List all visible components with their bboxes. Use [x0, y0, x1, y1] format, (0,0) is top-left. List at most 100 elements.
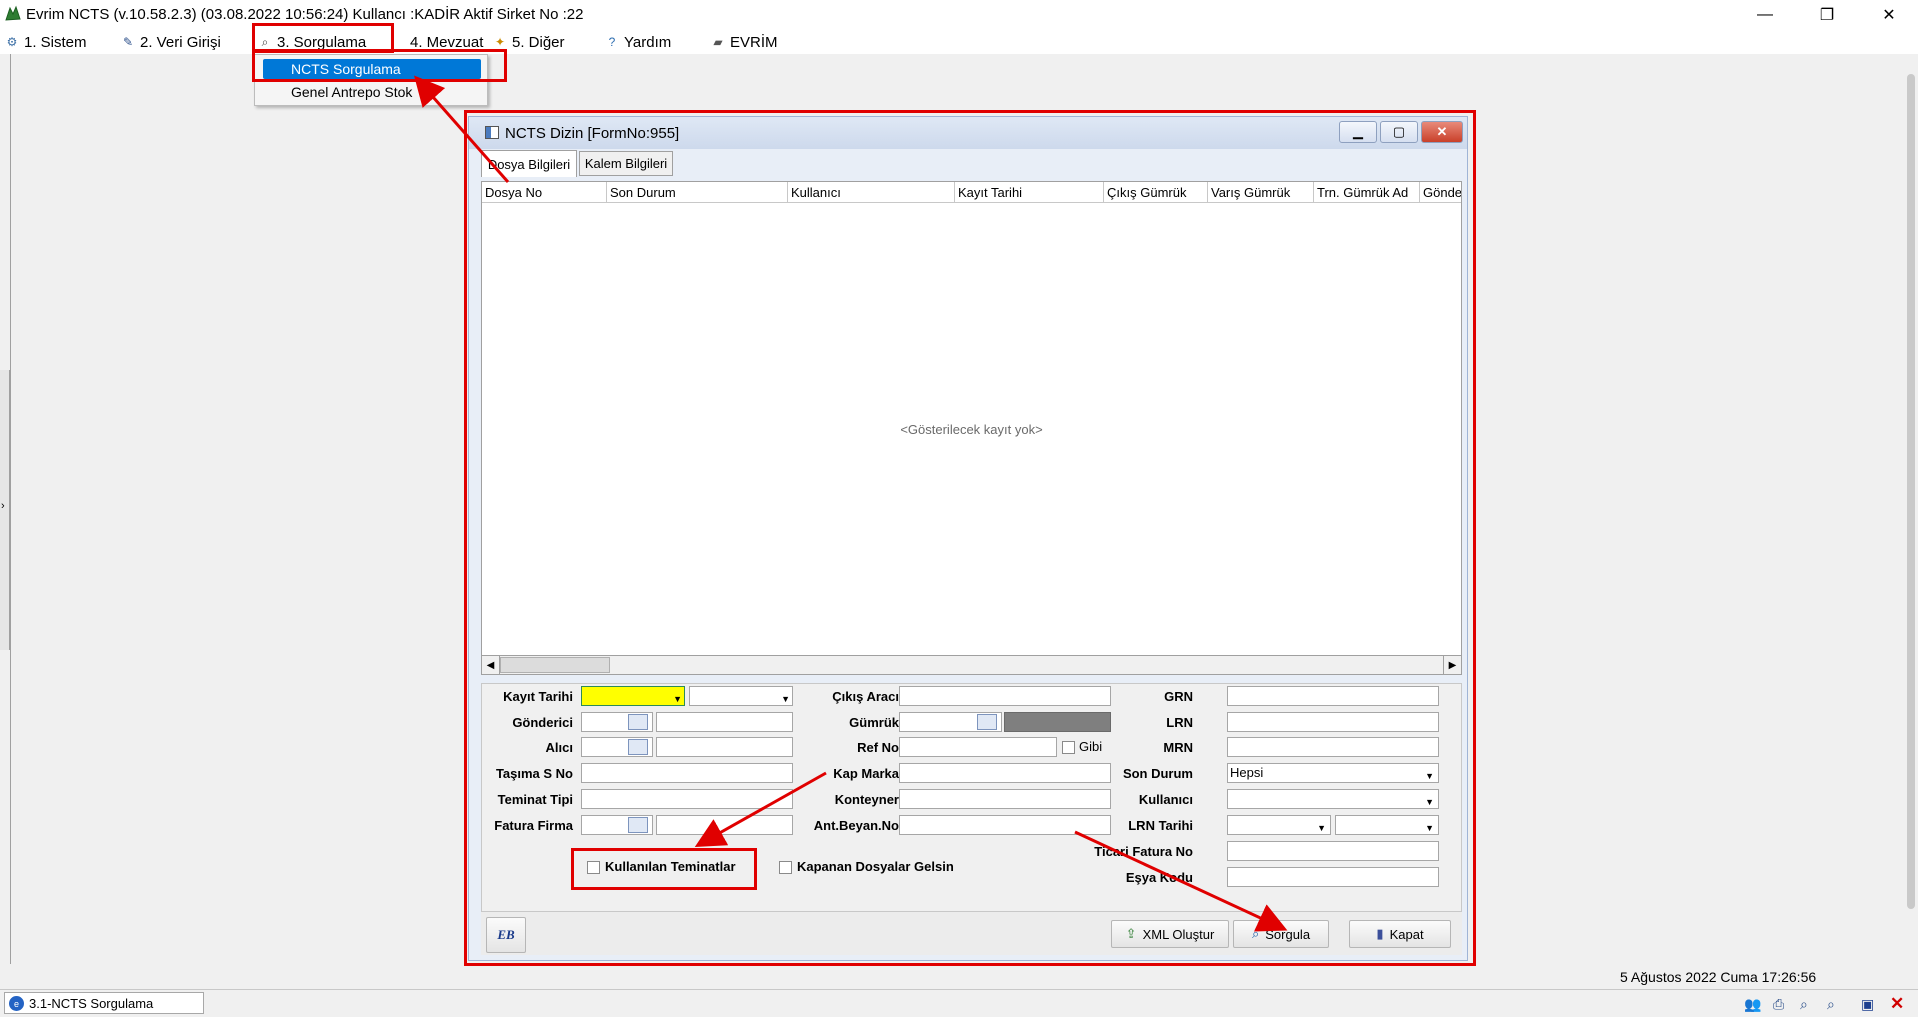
menu-item-genel-antrepo-stok[interactable]: Genel Antrepo Stok — [263, 82, 481, 102]
users-icon[interactable]: 👥 — [1744, 996, 1761, 1013]
esya-kodu-input[interactable] — [1227, 867, 1439, 887]
xml-icon: ⇪ — [1125, 926, 1137, 941]
sorgula-button[interactable]: ⌕ Sorgula — [1233, 920, 1329, 948]
xml-olustur-button[interactable]: ⇪ XML Oluştur — [1111, 920, 1229, 948]
label-fatura-firma: Fatura Firma — [494, 818, 573, 833]
kullanilan-teminatlar-label: Kullanılan Teminatlar — [605, 859, 736, 874]
print-icon[interactable]: ⎙ — [1773, 996, 1784, 1013]
ie-icon: e — [9, 996, 24, 1011]
grn-input[interactable] — [1227, 686, 1439, 706]
ticari-fatura-no-input[interactable] — [1227, 841, 1439, 861]
menu-label: 4. Mevzuat — [410, 33, 484, 51]
fatura-firma-code-input[interactable] — [581, 815, 653, 835]
kayit-tarihi-start-select[interactable]: ▼ — [581, 686, 685, 706]
lrn-tarihi-start-select[interactable]: ▼ — [1227, 815, 1331, 835]
ant-beyan-no-input[interactable] — [899, 815, 1111, 835]
scroll-left-icon[interactable]: ◀ — [482, 656, 500, 674]
alici-name-input[interactable] — [656, 737, 793, 757]
label-lrn: LRN — [1166, 715, 1193, 730]
book-icon: ▰ — [713, 35, 723, 49]
empty-grid-message: <Gösterilecek kayıt yok> — [900, 422, 1043, 437]
label-ant-beyan-no: Ant.Beyan.No — [813, 818, 899, 833]
workspace-scrollbar[interactable] — [1904, 54, 1918, 964]
results-grid[interactable]: Dosya No Son Durum Kullanıcı Kayıt Tarih… — [481, 181, 1462, 675]
mrn-input[interactable] — [1227, 737, 1439, 757]
fatura-firma-name-input[interactable] — [656, 815, 793, 835]
grid-horizontal-scrollbar[interactable]: ◀ ▶ — [481, 655, 1462, 675]
close-button[interactable]: ✕ — [1866, 0, 1912, 29]
tab-dosya-bilgileri[interactable]: Dosya Bilgileri — [481, 150, 577, 177]
zoom-in-icon[interactable]: ⌕ — [1800, 996, 1808, 1013]
menu-diger[interactable]: ✦ 5. Diğer — [492, 31, 565, 53]
form-minimize-button[interactable]: ▁ — [1339, 121, 1377, 143]
kap-marka-input[interactable] — [899, 763, 1111, 783]
label-kap-marka: Kap Marka — [833, 766, 899, 781]
gonderici-name-input[interactable] — [656, 712, 793, 732]
lookup-icon — [977, 714, 997, 730]
title-bar: Evrim NCTS (v.10.58.2.3) (03.08.2022 10:… — [0, 0, 1918, 29]
ref-no-input[interactable] — [899, 737, 1057, 757]
kullanici-select[interactable]: ▼ — [1227, 789, 1439, 809]
help-icon: ? — [608, 35, 616, 49]
exit-icon[interactable]: ✕ — [1890, 994, 1904, 1014]
menu-evrim[interactable]: ▰ EVRİM — [710, 31, 778, 53]
label-ref-no: Ref No — [857, 740, 899, 755]
save-icon[interactable]: ▣ — [1861, 996, 1874, 1013]
menu-label: 1. Sistem — [24, 33, 87, 51]
scrollbar-thumb[interactable] — [1907, 74, 1915, 909]
gibi-checkbox[interactable] — [1062, 741, 1075, 754]
label-tasima-s-no: Taşıma S No — [495, 766, 573, 781]
menu-item-ncts-sorgulama[interactable]: NCTS Sorgulama — [263, 59, 481, 79]
button-label: Sorgula — [1265, 926, 1311, 942]
app-title: Evrim NCTS (v.10.58.2.3) (03.08.2022 10:… — [26, 6, 584, 23]
eb-logo-button[interactable]: EB — [486, 917, 526, 953]
son-durum-select[interactable]: Hepsi ▼ — [1227, 763, 1439, 783]
lrn-input[interactable] — [1227, 712, 1439, 732]
kullanilan-teminatlar-checkbox[interactable] — [587, 861, 600, 874]
menu-yardim[interactable]: ? Yardım — [604, 31, 672, 53]
menu-label: EVRİM — [730, 33, 778, 51]
kapat-button[interactable]: ▮ Kapat — [1349, 920, 1451, 948]
menu-sistem[interactable]: ⚙ 1. Sistem — [4, 31, 87, 53]
label-cikis-araci: Çıkış Aracı — [832, 689, 899, 704]
label-kayit-tarihi: Kayıt Tarihi — [503, 689, 573, 704]
form-maximize-button[interactable]: ▢ — [1380, 121, 1418, 143]
taskbar-ncts-sorgulama[interactable]: e 3.1-NCTS Sorgulama — [4, 992, 204, 1014]
konteyner-input[interactable] — [899, 789, 1111, 809]
gumruk-code-input[interactable] — [899, 712, 1002, 732]
column-header[interactable]: Dosya No — [482, 182, 607, 203]
column-header[interactable]: Trn. Gümrük Ad — [1314, 182, 1420, 203]
son-durum-value: Hepsi — [1230, 765, 1264, 780]
zoom-out-icon[interactable]: ⌕ — [1827, 996, 1835, 1013]
status-bar: 5 Ağustos 2022 Cuma 17:26:56 e 3.1-NCTS … — [0, 964, 1918, 1017]
menu-label: 3. Sorgulama — [277, 33, 367, 51]
alici-code-input[interactable] — [581, 737, 653, 757]
menu-sorgulama[interactable]: ⌕ 3. Sorgulama — [257, 31, 367, 53]
label-esya-kodu: Eşya Kodu — [1125, 870, 1193, 885]
kayit-tarihi-end-select[interactable]: ▼ — [689, 686, 793, 706]
minimize-button[interactable]: — — [1742, 0, 1788, 29]
column-header[interactable]: Son Durum — [607, 182, 788, 203]
tasima-s-no-input[interactable] — [581, 763, 793, 783]
teminat-tipi-select[interactable] — [581, 789, 793, 809]
column-header[interactable]: Çıkış Gümrük — [1104, 182, 1208, 203]
query-icon: ⌕ — [261, 34, 269, 49]
column-header[interactable]: Kullanıcı — [788, 182, 955, 203]
column-header[interactable]: Kayıt Tarihi — [955, 182, 1104, 203]
chevron-right-icon[interactable]: › — [1, 500, 5, 512]
scroll-right-icon[interactable]: ▶ — [1443, 656, 1461, 674]
column-header[interactable]: Gönde — [1420, 182, 1461, 203]
form-close-button[interactable]: ✕ — [1421, 121, 1463, 143]
column-header[interactable]: Varış Gümrük — [1208, 182, 1314, 203]
cikis-araci-input[interactable] — [899, 686, 1111, 706]
kapanan-dosyalar-checkbox[interactable] — [779, 861, 792, 874]
menu-veri-girisi[interactable]: ✎ 2. Veri Girişi — [120, 31, 221, 53]
restore-button[interactable]: ❐ — [1804, 0, 1850, 29]
gonderici-code-input[interactable] — [581, 712, 653, 732]
tab-kalem-bilgileri[interactable]: Kalem Bilgileri — [579, 151, 673, 176]
label-gumruk: Gümrük — [849, 715, 899, 730]
hscroll-thumb[interactable] — [500, 657, 610, 673]
lrn-tarihi-end-select[interactable]: ▼ — [1335, 815, 1439, 835]
menu-mevzuat[interactable]: 4. Mevzuat — [410, 31, 483, 53]
form-title: NCTS Dizin [FormNo:955] — [505, 125, 680, 142]
